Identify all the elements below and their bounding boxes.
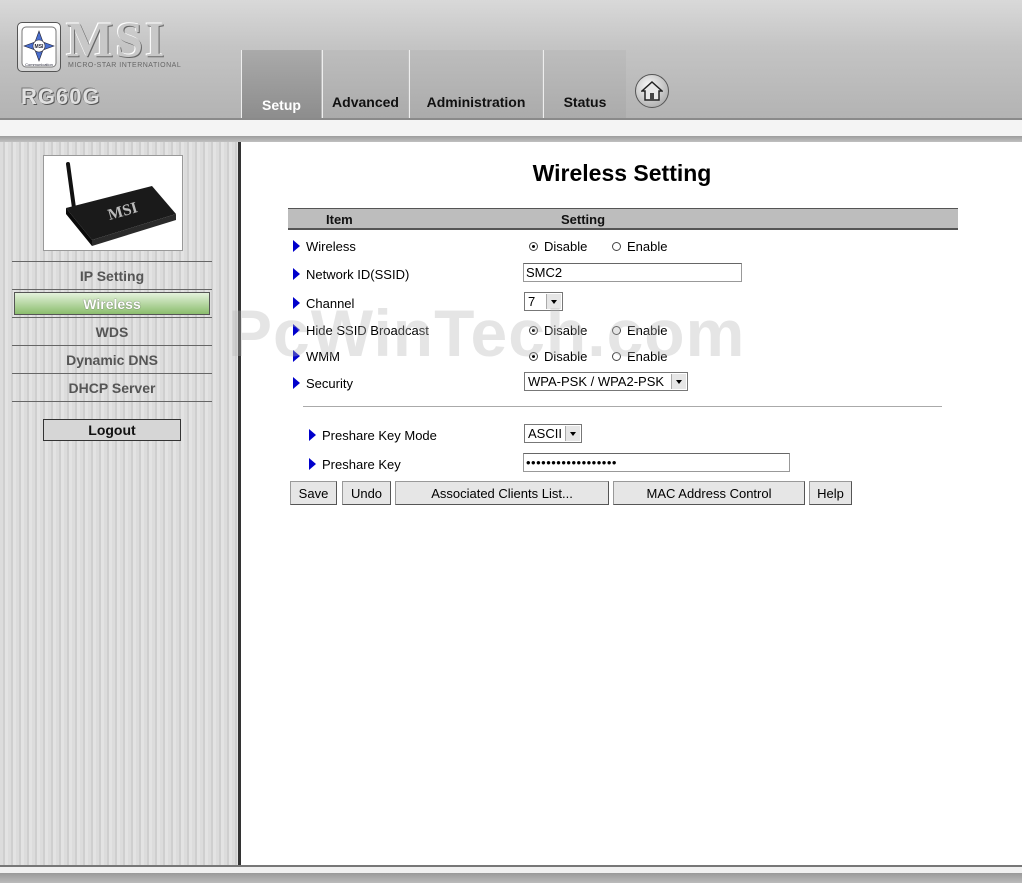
ssid-input[interactable]: SMC2 [523,263,742,282]
nav-divider [12,345,212,346]
arrow-right-icon [293,350,300,362]
col-item-header: Item [326,212,353,227]
tab-status[interactable]: Status [543,50,626,118]
badge-text: MSI [35,44,45,50]
router-image: MSI [43,155,183,251]
nav-divider [12,261,212,262]
header: MSI Communication MSI MICRO-STAR INTERNA… [0,0,1022,118]
label-text: Preshare Key Mode [322,427,437,443]
tab-setup[interactable]: Setup [241,50,321,118]
msi-badge-logo: MSI Communication [17,22,61,72]
security-select[interactable]: WPA-PSK / WPA2-PSK [524,372,688,391]
row-wireless-label: Wireless [293,237,356,255]
wireless-disable-radio[interactable]: Disable [529,237,587,255]
nav-divider [12,289,212,290]
row-hide-ssid-label: Hide SSID Broadcast [293,321,429,339]
undo-button[interactable]: Undo [342,481,391,505]
select-value: 7 [528,294,536,309]
row-wmm-label: WMM [293,347,340,365]
msi-logo-subtitle: MICRO-STAR INTERNATIONAL [68,62,182,69]
sidebar-item-wireless[interactable]: Wireless [14,292,210,315]
help-button[interactable]: Help [809,481,852,505]
row-ssid-label: Network ID(SSID) [293,265,409,283]
radio-label: Disable [544,238,588,254]
arrow-right-icon [309,458,316,470]
wmm-enable-radio[interactable]: Enable [612,347,667,365]
mac-address-control-button[interactable]: MAC Address Control [613,481,805,505]
arrow-right-icon [293,324,300,336]
chevron-down-icon[interactable] [546,294,561,309]
tab-administration[interactable]: Administration [409,50,542,118]
page-title: Wireless Setting [532,160,712,186]
badge-sub-text: Communication [25,62,53,67]
label-text: Hide SSID Broadcast [306,322,429,338]
label-text: Wireless [306,238,356,254]
footer-band [0,865,1022,883]
row-psk-mode-label: Preshare Key Mode [309,426,437,444]
label-text: WMM [306,348,340,364]
nav-divider [12,317,212,318]
radio-unchecked-icon[interactable] [612,325,621,335]
radio-checked-icon[interactable] [529,351,538,361]
row-channel-label: Channel [293,294,354,312]
save-button[interactable]: Save [290,481,337,505]
sidebar-item-dynamic-dns[interactable]: Dynamic DNS [12,347,212,373]
nav-divider [12,401,212,402]
psk-mode-select[interactable]: ASCII [524,424,582,443]
label-text: Network ID(SSID) [306,266,410,282]
select-value: ASCII [528,426,562,441]
row-psk-label: Preshare Key [309,455,401,473]
select-value: WPA-PSK / WPA2-PSK [528,374,665,389]
radio-label: Disable [544,348,588,364]
arrow-right-icon [309,429,316,441]
sidebar-item-wds[interactable]: WDS [12,319,212,345]
associated-clients-button[interactable]: Associated Clients List... [395,481,609,505]
radio-label: Disable [544,322,588,338]
arrow-right-icon [293,268,300,280]
label-text: Preshare Key [322,456,401,472]
radio-checked-icon[interactable] [529,325,538,335]
radio-label: Enable [627,322,668,338]
sidebar-item-dhcp-server[interactable]: DHCP Server [12,375,212,401]
col-setting-header: Setting [561,212,606,227]
nav-divider [12,373,212,374]
model-name: RG60G [21,84,101,109]
radio-unchecked-icon[interactable] [612,351,621,361]
radio-checked-icon[interactable] [529,241,538,251]
preshare-key-input[interactable]: •••••••••••••••••• [523,453,790,472]
wmm-disable-radio[interactable]: Disable [529,347,587,365]
radio-label: Enable [627,238,668,254]
chevron-down-icon[interactable] [671,374,686,389]
label-text: Security [306,375,353,391]
row-security-label: Security [293,374,353,392]
wireless-enable-radio[interactable]: Enable [612,237,667,255]
section-separator [303,406,942,407]
arrow-right-icon [293,240,300,252]
chevron-down-icon[interactable] [565,426,580,441]
hide-ssid-enable-radio[interactable]: Enable [612,321,667,339]
arrow-right-icon [293,377,300,389]
header-band [0,118,1022,142]
tab-advanced[interactable]: Advanced [322,50,408,118]
msi-logo-text: MSI [66,11,167,67]
table-header: Item Setting [288,208,958,230]
logout-button[interactable]: Logout [43,419,181,441]
hide-ssid-disable-radio[interactable]: Disable [529,321,587,339]
arrow-right-icon [293,297,300,309]
sidebar-item-ip-setting[interactable]: IP Setting [12,263,212,289]
radio-label: Enable [627,348,668,364]
sidebar-divider [238,142,241,866]
label-text: Channel [306,295,355,311]
channel-select[interactable]: 7 [524,292,563,311]
radio-unchecked-icon[interactable] [612,241,621,251]
home-icon[interactable] [635,74,669,108]
